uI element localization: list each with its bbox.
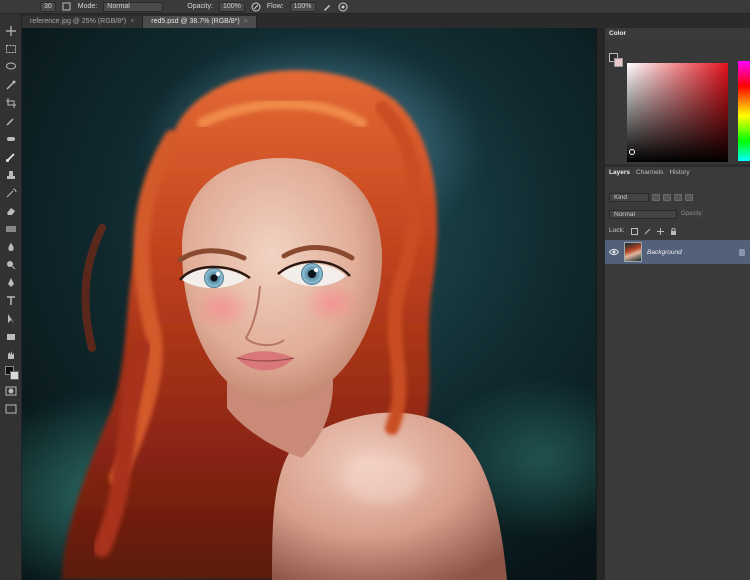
path-select-icon[interactable] [5,314,17,324]
lock-position-icon[interactable] [656,227,664,235]
screen-mode-icon[interactable] [5,404,17,414]
clone-stamp-icon[interactable] [5,170,17,180]
document-tab-strip: reference.jpg @ 25% (RGB/8*) × red5.psd @… [22,14,750,28]
eye-icon[interactable] [608,248,620,256]
lock-row: Lock: [605,224,750,236]
layer-thumbnail[interactable] [624,242,642,262]
layer-lock-icon [739,248,745,256]
tab-close-icon[interactable]: × [130,18,134,25]
color-panel-swatches[interactable] [609,53,623,67]
layer-filter-row: Kind [605,191,750,203]
flow-input[interactable]: 100% [289,1,316,12]
tab-color[interactable]: Color [609,30,626,37]
layer-name[interactable]: Background [647,249,682,256]
lasso-tool-icon[interactable] [5,62,17,72]
eraser-tool-icon[interactable] [5,206,17,216]
tab-reference-label: reference.jpg @ 25% (RGB/8*) [30,18,127,25]
quick-select-icon[interactable] [5,80,17,90]
tab-red5[interactable]: red5.psd @ 38.7% (RGB/8*) × [143,16,257,28]
color-picker-marker[interactable] [629,149,635,155]
blur-tool-icon[interactable] [5,242,17,252]
blend-mode-select[interactable]: Normal [609,209,677,219]
color-panel-background[interactable] [614,58,623,67]
history-brush-icon[interactable] [5,188,17,198]
move-tool-icon[interactable] [5,26,17,36]
hand-tool-icon[interactable] [5,350,17,360]
foreground-background-swatches[interactable] [5,366,19,380]
pressure-size-icon[interactable] [338,2,348,12]
opacity-label: Opacity: [187,3,213,10]
brush-size-picker[interactable]: 30 [40,1,56,12]
portrait-artwork [22,28,596,580]
kind-filter-select[interactable]: Kind [609,192,649,202]
adjustment-filter-icon[interactable] [663,193,671,201]
tab-layers[interactable]: Layers [609,169,630,176]
panel-dock: Color Layers Channels History Kind Norma… [596,28,750,580]
tab-red5-label: red5.psd @ 38.7% (RGB/8*) [151,18,240,25]
pixel-filter-icon[interactable] [652,193,660,201]
tab-close-icon[interactable]: × [244,18,248,25]
lock-transparency-icon[interactable] [630,227,638,235]
blend-row: Normal Opacity: [605,208,750,220]
hue-slider[interactable] [738,61,750,161]
lock-pixels-icon[interactable] [644,227,651,234]
layers-panel: Kind Normal Opacity: Lock: Background [605,178,750,580]
dodge-tool-icon[interactable] [5,260,17,270]
mode-select[interactable]: Normal [103,1,164,12]
eyedropper-tool-icon[interactable] [5,116,17,126]
opacity-input[interactable]: 100% [218,1,245,12]
color-panel-tabs: Color [605,28,750,39]
shape-filter-icon[interactable] [685,193,693,201]
pressure-opacity-icon[interactable] [251,2,261,12]
type-filter-icon[interactable] [674,193,682,201]
layer-opacity-label: Opacity: [681,211,704,217]
pen-tool-icon[interactable] [5,278,17,288]
color-field[interactable] [627,63,728,162]
brush-panel-icon[interactable] [62,2,72,12]
crop-tool-icon[interactable] [5,98,17,108]
type-tool-icon[interactable] [5,296,17,306]
layers-panel-tabs: Layers Channels History [605,167,750,178]
lock-label: Lock: [609,226,625,234]
document-canvas[interactable] [22,28,596,580]
layer-row-background[interactable]: Background [605,240,750,264]
options-bar: 30 Mode: Normal Opacity: 100% Flow: 100% [0,0,750,14]
marquee-tool-icon[interactable] [5,44,17,54]
healing-brush-icon[interactable] [5,134,17,144]
tab-reference[interactable]: reference.jpg @ 25% (RGB/8*) × [22,16,144,28]
tools-panel [0,14,22,580]
shape-tool-icon[interactable] [5,332,17,342]
tab-channels[interactable]: Channels [636,169,663,176]
color-panel [605,39,750,164]
gradient-tool-icon[interactable] [5,224,17,234]
dock-collapse-strip[interactable] [597,28,605,580]
mode-label: Mode: [77,3,98,10]
flow-label: Flow: [266,3,284,10]
tab-history[interactable]: History [669,169,689,176]
lock-all-icon[interactable] [670,227,677,235]
brush-tool-icon[interactable] [5,152,17,162]
background-color[interactable] [10,371,19,380]
airbrush-icon[interactable] [322,2,332,12]
quick-mask-icon[interactable] [5,386,17,396]
